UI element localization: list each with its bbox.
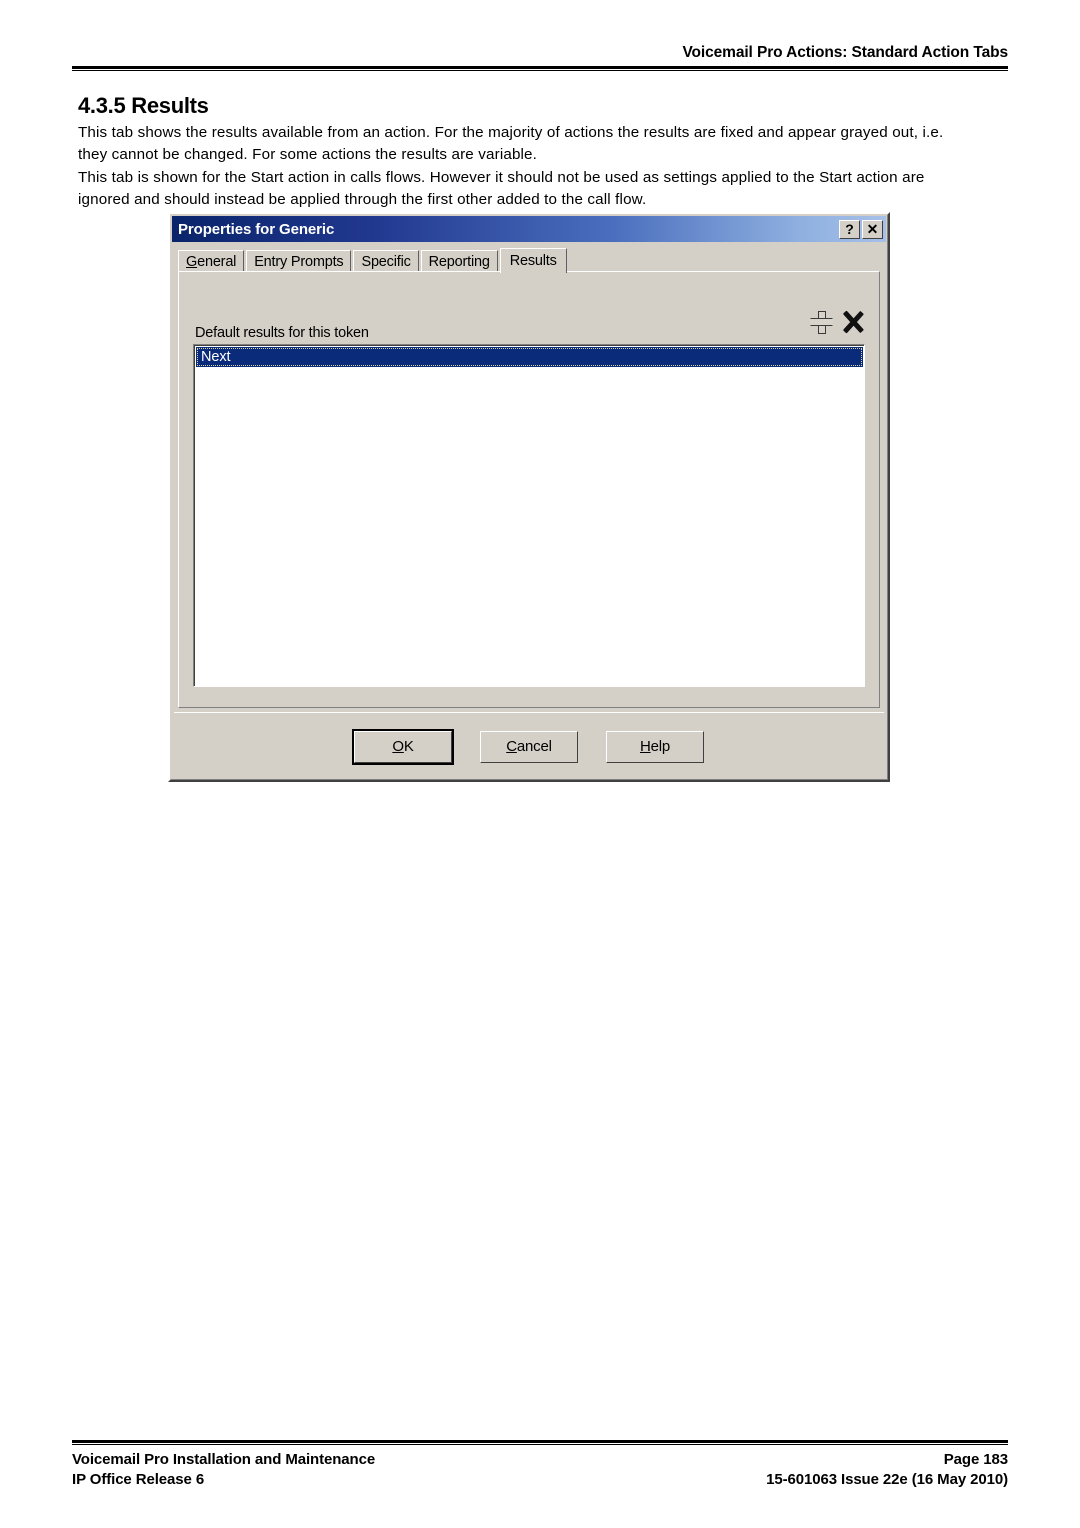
ok-button-label: K xyxy=(403,738,414,755)
help-button-label: elp xyxy=(650,738,671,755)
properties-dialog: Properties for Generic ? ✕ General Entry… xyxy=(168,212,890,782)
results-tab-panel: Default results for this token Next xyxy=(178,271,880,708)
page-running-header: Voicemail Pro Actions: Standard Action T… xyxy=(72,44,1008,71)
tab-general[interactable]: General xyxy=(178,250,245,272)
footer-issue: 15-601063 Issue 22e (16 May 2010) xyxy=(766,1471,1008,1488)
tab-specific[interactable]: Specific xyxy=(353,250,419,272)
results-listbox[interactable]: Next xyxy=(193,344,865,687)
footer-release: IP Office Release 6 xyxy=(72,1471,205,1488)
tab-reporting[interactable]: Reporting xyxy=(420,250,498,272)
default-results-label: Default results for this token xyxy=(195,325,369,341)
page-title: 4.3.5 Results xyxy=(78,92,209,118)
ok-button[interactable]: OK xyxy=(352,728,454,765)
cancel-button[interactable]: Cancel xyxy=(480,730,578,763)
footer-divider-rule xyxy=(72,1440,1008,1445)
delete-icon[interactable] xyxy=(841,310,865,334)
body-paragraph-1: This tab shows the results available fro… xyxy=(78,124,944,163)
help-icon[interactable]: ? xyxy=(839,219,860,239)
footer-page-number: Page 183 xyxy=(943,1451,1008,1468)
tab-general-label: eneral xyxy=(197,253,237,270)
running-header-text: Voicemail Pro Actions: Standard Action T… xyxy=(682,44,1008,61)
header-divider-rule xyxy=(72,65,1008,71)
tab-reporting-label: Reporting xyxy=(428,253,490,270)
dialog-titlebar[interactable]: Properties for Generic ? ✕ xyxy=(172,216,886,242)
tab-specific-label: Specific xyxy=(361,253,411,270)
dialog-title: Properties for Generic xyxy=(178,220,335,238)
help-button[interactable]: Help xyxy=(606,730,704,763)
tab-results[interactable]: Results xyxy=(499,248,567,273)
close-icon[interactable]: ✕ xyxy=(862,219,883,239)
tab-results-label: Results xyxy=(509,253,557,269)
cancel-button-label: ancel xyxy=(516,738,552,755)
dialog-tabstrip: General Entry Prompts Specific Reporting… xyxy=(178,247,880,273)
tab-entry-prompts-label: Entry Prompts xyxy=(254,253,344,270)
dialog-button-row: OK Cancel Help xyxy=(174,712,884,776)
tab-entry-prompts[interactable]: Entry Prompts xyxy=(246,250,352,272)
footer-row-2: IP Office Release 6 15-601063 Issue 22e … xyxy=(72,1470,1008,1490)
body-paragraph-2: This tab is shown for the Start action i… xyxy=(78,169,925,208)
results-listbox-inner: Next xyxy=(194,345,864,686)
list-item[interactable]: Next xyxy=(196,347,863,367)
footer-document-title: Voicemail Pro Installation and Maintenan… xyxy=(72,1451,376,1468)
page-footer: Voicemail Pro Installation and Maintenan… xyxy=(72,1440,1008,1490)
add-icon[interactable] xyxy=(810,310,833,334)
results-toolbar xyxy=(810,310,865,334)
footer-row-1: Voicemail Pro Installation and Maintenan… xyxy=(72,1450,1008,1470)
